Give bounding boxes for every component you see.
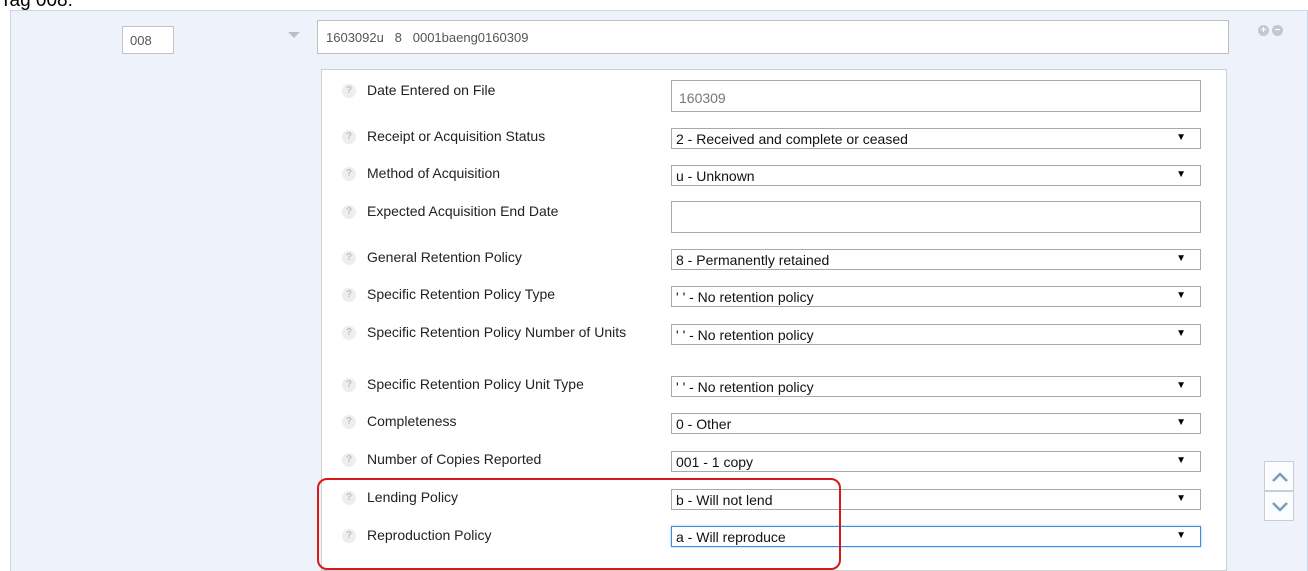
question-mark-icon[interactable]: ? [342,167,356,181]
select-value: 2 - Received and complete or ceased [676,131,908,147]
select-value: 001 - 1 copy [676,454,754,470]
tag-value-field[interactable]: 1603092u 8 0001baeng0160309 [317,20,1229,54]
field-label: Expected Acquisition End Date [367,203,559,219]
question-mark-icon[interactable]: ? [342,84,356,98]
field-label: Method of Acquisition [367,165,501,181]
field-label: Specific Retention Policy Unit Type [367,376,584,392]
dropdown-arrow-icon: ▼ [1176,290,1186,301]
select-value: ' ' - No retention policy [676,327,814,343]
dropdown-arrow-icon: ▼ [1176,328,1186,339]
chevron-down-icon [1272,502,1288,512]
field-label: Number of Copies Reported [367,451,542,467]
dropdown-arrow-icon: ▼ [1176,417,1186,428]
question-mark-icon[interactable]: ? [342,378,356,392]
specific-retention-type-select[interactable]: ' ' - No retention policy ▼ [671,286,1201,307]
minus-circle-icon[interactable]: − [1272,25,1283,36]
field-label: Date Entered on File [367,82,496,98]
select-value: u - Unknown [676,168,755,184]
field-label: Specific Retention Policy Type [367,286,556,302]
field-label: Completeness [367,413,457,429]
dropdown-arrow-icon: ▼ [1176,493,1186,504]
question-mark-icon[interactable]: ? [342,326,356,340]
receipt-status-select[interactable]: 2 - Received and complete or ceased ▼ [671,128,1201,149]
highlight-annotation [317,478,841,570]
field-label: General Retention Policy [367,249,522,265]
tag-dropdown-arrow-icon[interactable] [288,32,300,38]
field-label: Specific Retention Policy Number of Unit… [367,324,627,340]
chevron-up-icon [1272,472,1288,482]
dropdown-arrow-icon: ▼ [1176,169,1186,180]
select-value: ' ' - No retention policy [676,289,814,305]
question-mark-icon[interactable]: ? [342,130,356,144]
tag-code-field[interactable]: 008 [122,26,174,54]
question-mark-icon[interactable]: ? [342,453,356,467]
dropdown-arrow-icon: ▼ [1176,455,1186,466]
question-mark-icon[interactable]: ? [342,288,356,302]
question-mark-icon[interactable]: ? [342,205,356,219]
specific-retention-units-select[interactable]: ' ' - No retention policy ▼ [671,324,1201,345]
completeness-select[interactable]: 0 - Other ▼ [671,413,1201,434]
general-retention-select[interactable]: 8 - Permanently retained ▼ [671,249,1201,270]
scroll-down-button[interactable] [1264,491,1294,521]
field-label: Receipt or Acquisition Status [367,128,546,144]
select-value: ' ' - No retention policy [676,379,814,395]
question-mark-icon[interactable]: ? [342,415,356,429]
dropdown-arrow-icon: ▼ [1176,253,1186,264]
dropdown-arrow-icon: ▼ [1176,380,1186,391]
dropdown-arrow-icon: ▼ [1176,132,1186,143]
method-acquisition-select[interactable]: u - Unknown ▼ [671,165,1201,186]
copies-reported-select[interactable]: 001 - 1 copy ▼ [671,451,1201,472]
select-value: 8 - Permanently retained [676,252,830,268]
specific-retention-unit-type-select[interactable]: ' ' - No retention policy ▼ [671,376,1201,397]
select-value: 0 - Other [676,416,732,432]
date-entered-input[interactable]: 160309 [671,80,1201,112]
plus-circle-icon[interactable]: + [1258,25,1269,36]
expected-end-date-input[interactable] [671,201,1201,233]
question-mark-icon[interactable]: ? [342,251,356,265]
scroll-up-button[interactable] [1264,461,1294,491]
dropdown-arrow-icon: ▼ [1176,530,1186,541]
